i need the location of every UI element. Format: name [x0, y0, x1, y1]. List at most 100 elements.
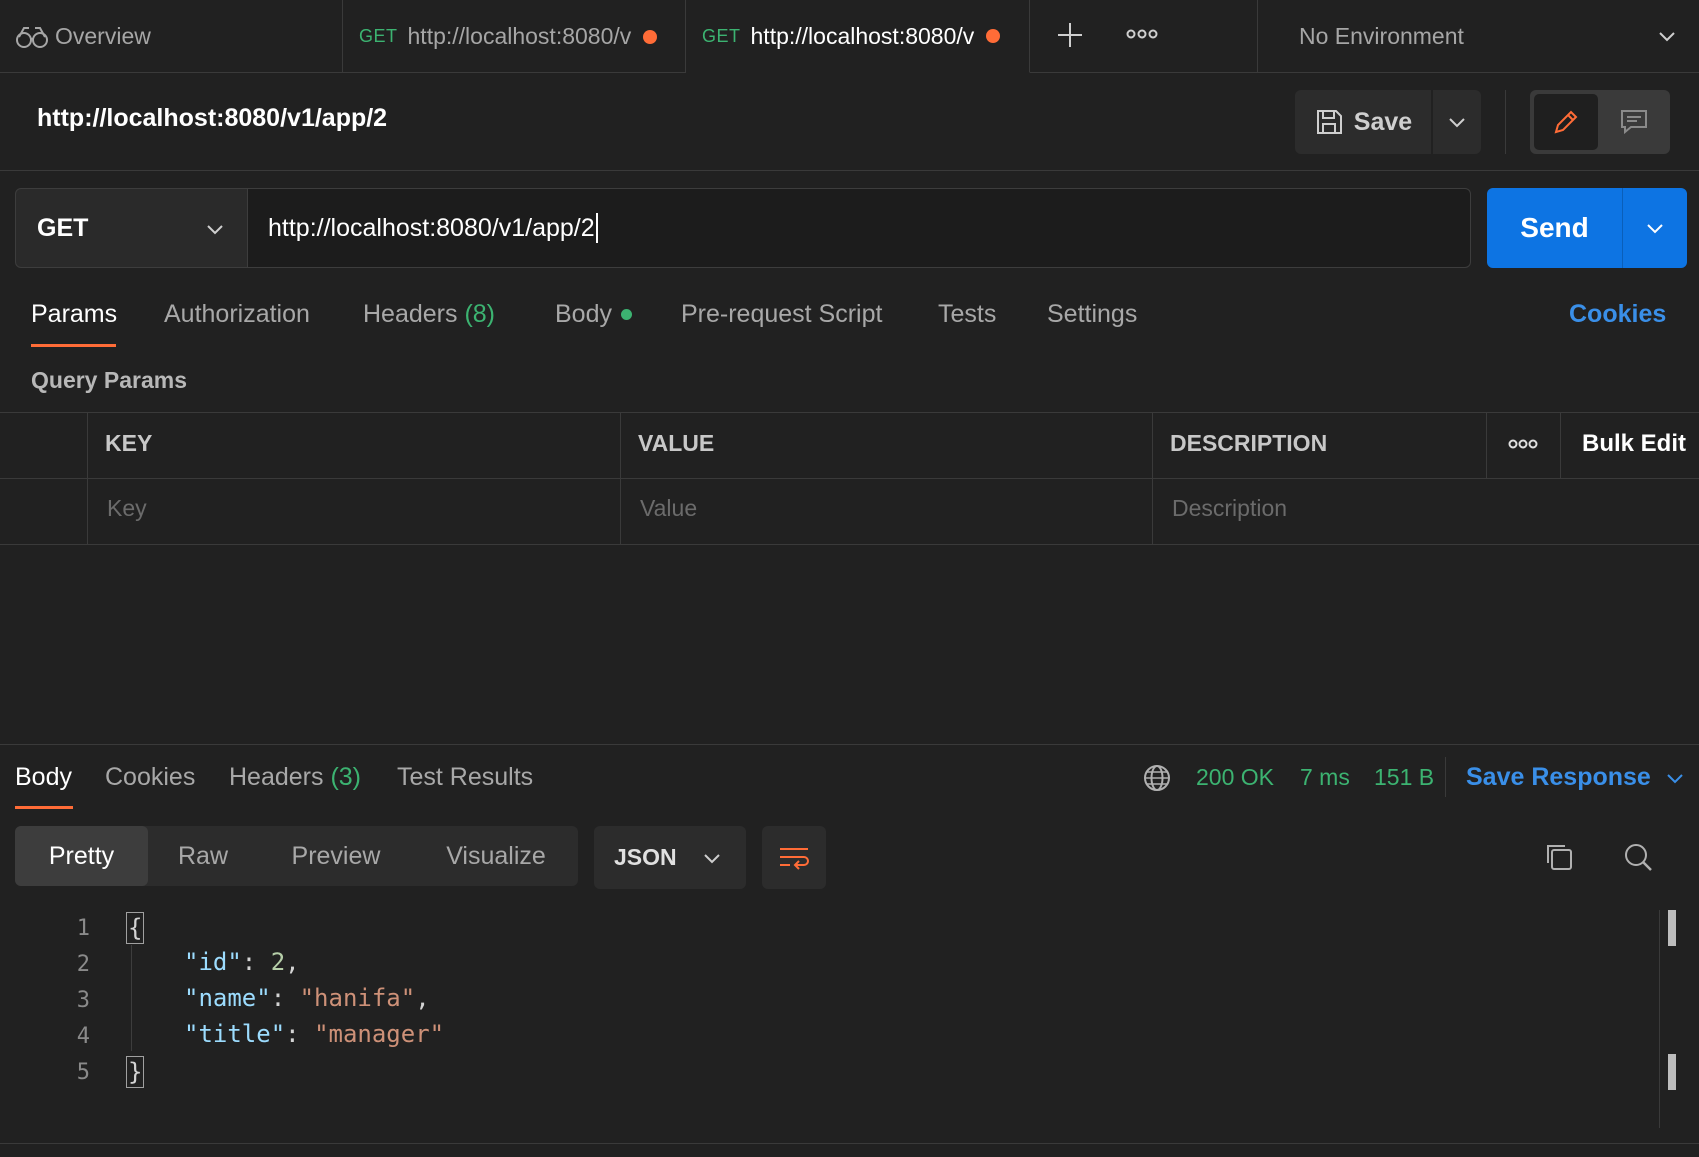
tab-body-label: Body [555, 300, 612, 328]
scrollbar-thumb[interactable] [1668, 910, 1676, 946]
more-tabs-icon[interactable] [1125, 24, 1159, 44]
tab-request-2[interactable]: GET http://localhost:8080/v [686, 0, 1030, 73]
table-border [1152, 412, 1153, 544]
unsaved-indicator [986, 29, 1001, 43]
view-visualize-label: Visualize [446, 841, 546, 870]
indent-guide [131, 945, 132, 1051]
more-options-icon[interactable] [1507, 434, 1539, 459]
comments-button[interactable] [1602, 94, 1666, 150]
line-number: 2 [76, 952, 90, 977]
save-button[interactable]: Save [1295, 90, 1431, 154]
view-mode-toggle [1530, 90, 1670, 154]
line-number: 4 [76, 1024, 90, 1049]
response-tab-body[interactable]: Body [15, 763, 72, 792]
table-border [1560, 412, 1561, 478]
tab-label: http://localhost:8080/v [407, 23, 632, 49]
format-value: JSON [614, 844, 677, 870]
wrap-lines-button[interactable] [762, 826, 826, 889]
json-line-title: "title": "manager" [184, 1020, 445, 1048]
tab-bar: Overview GET http://localhost:8080/v GET… [0, 0, 1699, 73]
json-line-id: "id": 2, [184, 948, 300, 976]
table-border [87, 412, 88, 544]
chevron-down-icon [1645, 218, 1665, 238]
tab-body[interactable]: Body [555, 300, 632, 329]
table-border [0, 478, 1699, 479]
wrap-lines-icon [778, 844, 810, 872]
send-button[interactable]: Send [1487, 188, 1622, 268]
view-visualize[interactable]: Visualize [414, 826, 578, 886]
chevron-down-icon [205, 219, 225, 244]
copy-icon[interactable] [1543, 841, 1575, 878]
method-select[interactable]: GET [15, 188, 248, 268]
send-options-button[interactable] [1623, 188, 1687, 268]
save-response-label: Save Response [1466, 763, 1651, 791]
chevron-down-icon [1657, 26, 1677, 51]
text-cursor [595, 213, 598, 243]
line-number: 3 [76, 988, 90, 1013]
table-border [1486, 412, 1487, 478]
tab-settings-label: Settings [1047, 300, 1138, 328]
globe-icon[interactable] [1142, 763, 1172, 798]
active-tab-indicator [15, 806, 73, 809]
chevron-down-icon [702, 848, 722, 873]
table-border [620, 412, 621, 544]
request-title[interactable]: http://localhost:8080/v1/app/2 [37, 104, 387, 133]
response-tab-headers[interactable]: Headers (3) [229, 763, 361, 792]
save-label: Save [1353, 107, 1413, 136]
tab-headers[interactable]: Headers (8) [363, 300, 495, 329]
response-tab-body-label: Body [15, 763, 72, 791]
tab-headers-label: Headers [363, 300, 458, 328]
chevron-down-icon [1447, 112, 1467, 132]
view-preview-label: Preview [291, 841, 381, 870]
chevron-down-icon [1665, 768, 1685, 788]
response-tab-cookies[interactable]: Cookies [105, 763, 195, 792]
search-icon[interactable] [1622, 841, 1654, 878]
save-response-button[interactable]: Save Response [1466, 763, 1685, 792]
json-key: "name" [184, 984, 271, 1012]
json-line-name: "name": "hanifa", [184, 984, 430, 1012]
json-key: "id" [184, 948, 242, 976]
response-headers-count: (3) [330, 763, 362, 791]
tab-tests[interactable]: Tests [938, 300, 996, 329]
tab-authorization[interactable]: Authorization [164, 300, 310, 329]
send-label: Send [1520, 212, 1589, 243]
cookies-link[interactable]: Cookies [1569, 300, 1666, 329]
tab-settings[interactable]: Settings [1047, 300, 1137, 329]
scrollbar-marker [1668, 1054, 1676, 1090]
response-time[interactable]: 7 ms [1300, 764, 1350, 791]
tab-label: http://localhost:8080/v [750, 22, 975, 49]
param-key-input[interactable]: Key [107, 495, 147, 522]
json-value: "manager" [314, 1020, 445, 1048]
view-raw[interactable]: Raw [148, 826, 258, 886]
save-options-button[interactable] [1433, 90, 1481, 154]
param-value-input[interactable]: Value [640, 495, 697, 522]
view-pretty-label: Pretty [48, 841, 115, 870]
param-description-input[interactable]: Description [1172, 495, 1287, 522]
table-border [0, 544, 1699, 545]
tab-params[interactable]: Params [31, 300, 117, 329]
url-input[interactable]: http://localhost:8080/v1/app/2 [247, 188, 1471, 268]
format-select[interactable]: JSON [594, 826, 746, 889]
pencil-icon [1551, 107, 1581, 137]
tab-overview[interactable]: Overview [0, 0, 343, 73]
tab-request-1[interactable]: GET http://localhost:8080/v [343, 0, 686, 73]
view-pretty[interactable]: Pretty [15, 826, 148, 886]
column-header-description: DESCRIPTION [1170, 430, 1328, 456]
response-tab-headers-label: Headers [229, 763, 324, 791]
table-border [0, 412, 1699, 413]
view-preview[interactable]: Preview [258, 826, 414, 886]
response-divider[interactable] [0, 744, 1699, 745]
response-tab-cookies-label: Cookies [105, 763, 196, 791]
tab-pre-request-script[interactable]: Pre-request Script [681, 300, 882, 329]
bulk-edit-button[interactable]: Bulk Edit [1582, 430, 1686, 458]
headers-count-badge: (8) [464, 300, 496, 328]
environment-selector[interactable]: No Environment [1257, 0, 1699, 73]
response-tab-test-results[interactable]: Test Results [397, 763, 533, 792]
column-header-key: KEY [105, 430, 153, 456]
new-tab-icon[interactable] [1055, 20, 1085, 50]
response-size[interactable]: 151 B [1374, 764, 1434, 791]
tab-tests-label: Tests [938, 300, 997, 328]
edit-mode-button[interactable] [1534, 94, 1598, 150]
tab-method: GET [702, 25, 741, 46]
status-code[interactable]: 200 OK [1196, 764, 1274, 791]
